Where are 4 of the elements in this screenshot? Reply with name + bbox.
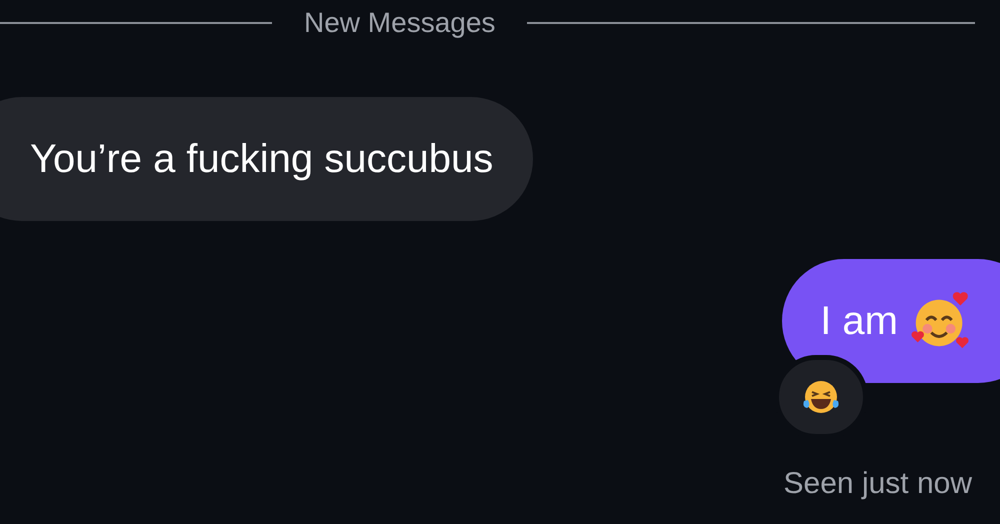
message-text: You’re a fucking succubus: [30, 136, 494, 183]
seen-status: Seen just now: [784, 466, 972, 502]
divider-label: New Messages: [304, 6, 496, 40]
message-text: I am: [820, 298, 898, 345]
